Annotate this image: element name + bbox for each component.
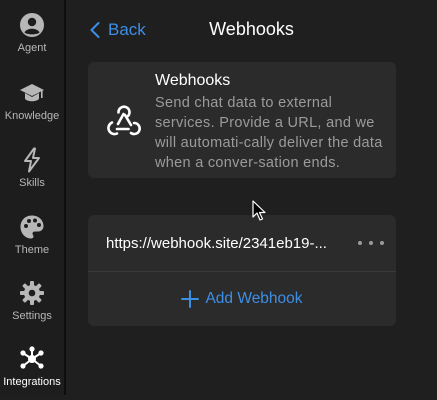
sidebar-item-label: Settings — [12, 310, 52, 322]
sidebar-item-label: Agent — [17, 42, 47, 54]
palette-icon — [19, 214, 45, 240]
sidebar-item-theme[interactable]: Theme — [0, 204, 64, 268]
sidebar-item-skills[interactable]: Skills — [0, 137, 64, 201]
network-icon — [19, 346, 45, 372]
add-webhook-label: Add Webhook — [205, 290, 303, 307]
graduation-cap-icon — [19, 80, 45, 106]
page-title: Webhooks — [209, 19, 294, 39]
webhook-url: https://webhook.site/2341eb19-... — [106, 234, 327, 252]
person-icon — [19, 12, 45, 38]
add-webhook-button[interactable]: Add Webhook — [88, 272, 396, 326]
gear-icon — [19, 280, 45, 306]
main-panel: Back Webhooks Webhooks Send chat data to… — [66, 0, 437, 395]
info-card: Webhooks Send chat data to external serv… — [88, 62, 396, 178]
sidebar-item-knowledge[interactable]: Knowledge — [0, 70, 64, 134]
webhook-row[interactable]: https://webhook.site/2341eb19-... — [88, 215, 396, 271]
webhook-list: https://webhook.site/2341eb19-... Add We… — [88, 215, 396, 326]
sidebar-item-label: Integrations — [3, 376, 61, 388]
webhook-icon — [104, 102, 142, 140]
sidebar-item-label: Theme — [14, 244, 50, 256]
sidebar-item-integrations[interactable]: Integrations — [0, 336, 64, 400]
sidebar-item-label: Skills — [19, 177, 45, 189]
card-title: Webhooks — [155, 72, 231, 89]
plus-icon — [181, 290, 200, 308]
sidebar-item-settings[interactable]: Settings — [0, 270, 64, 334]
sidebar-item-agent[interactable]: Agent — [0, 2, 64, 66]
mouse-cursor-icon — [252, 200, 266, 221]
sidebar: Agent Knowledge Skills Theme Settings In… — [0, 0, 66, 395]
card-description: Send chat data to external services. Pro… — [155, 95, 383, 171]
more-options-icon[interactable] — [358, 233, 384, 253]
sidebar-item-label: Knowledge — [4, 110, 60, 122]
lightning-icon — [19, 147, 45, 173]
